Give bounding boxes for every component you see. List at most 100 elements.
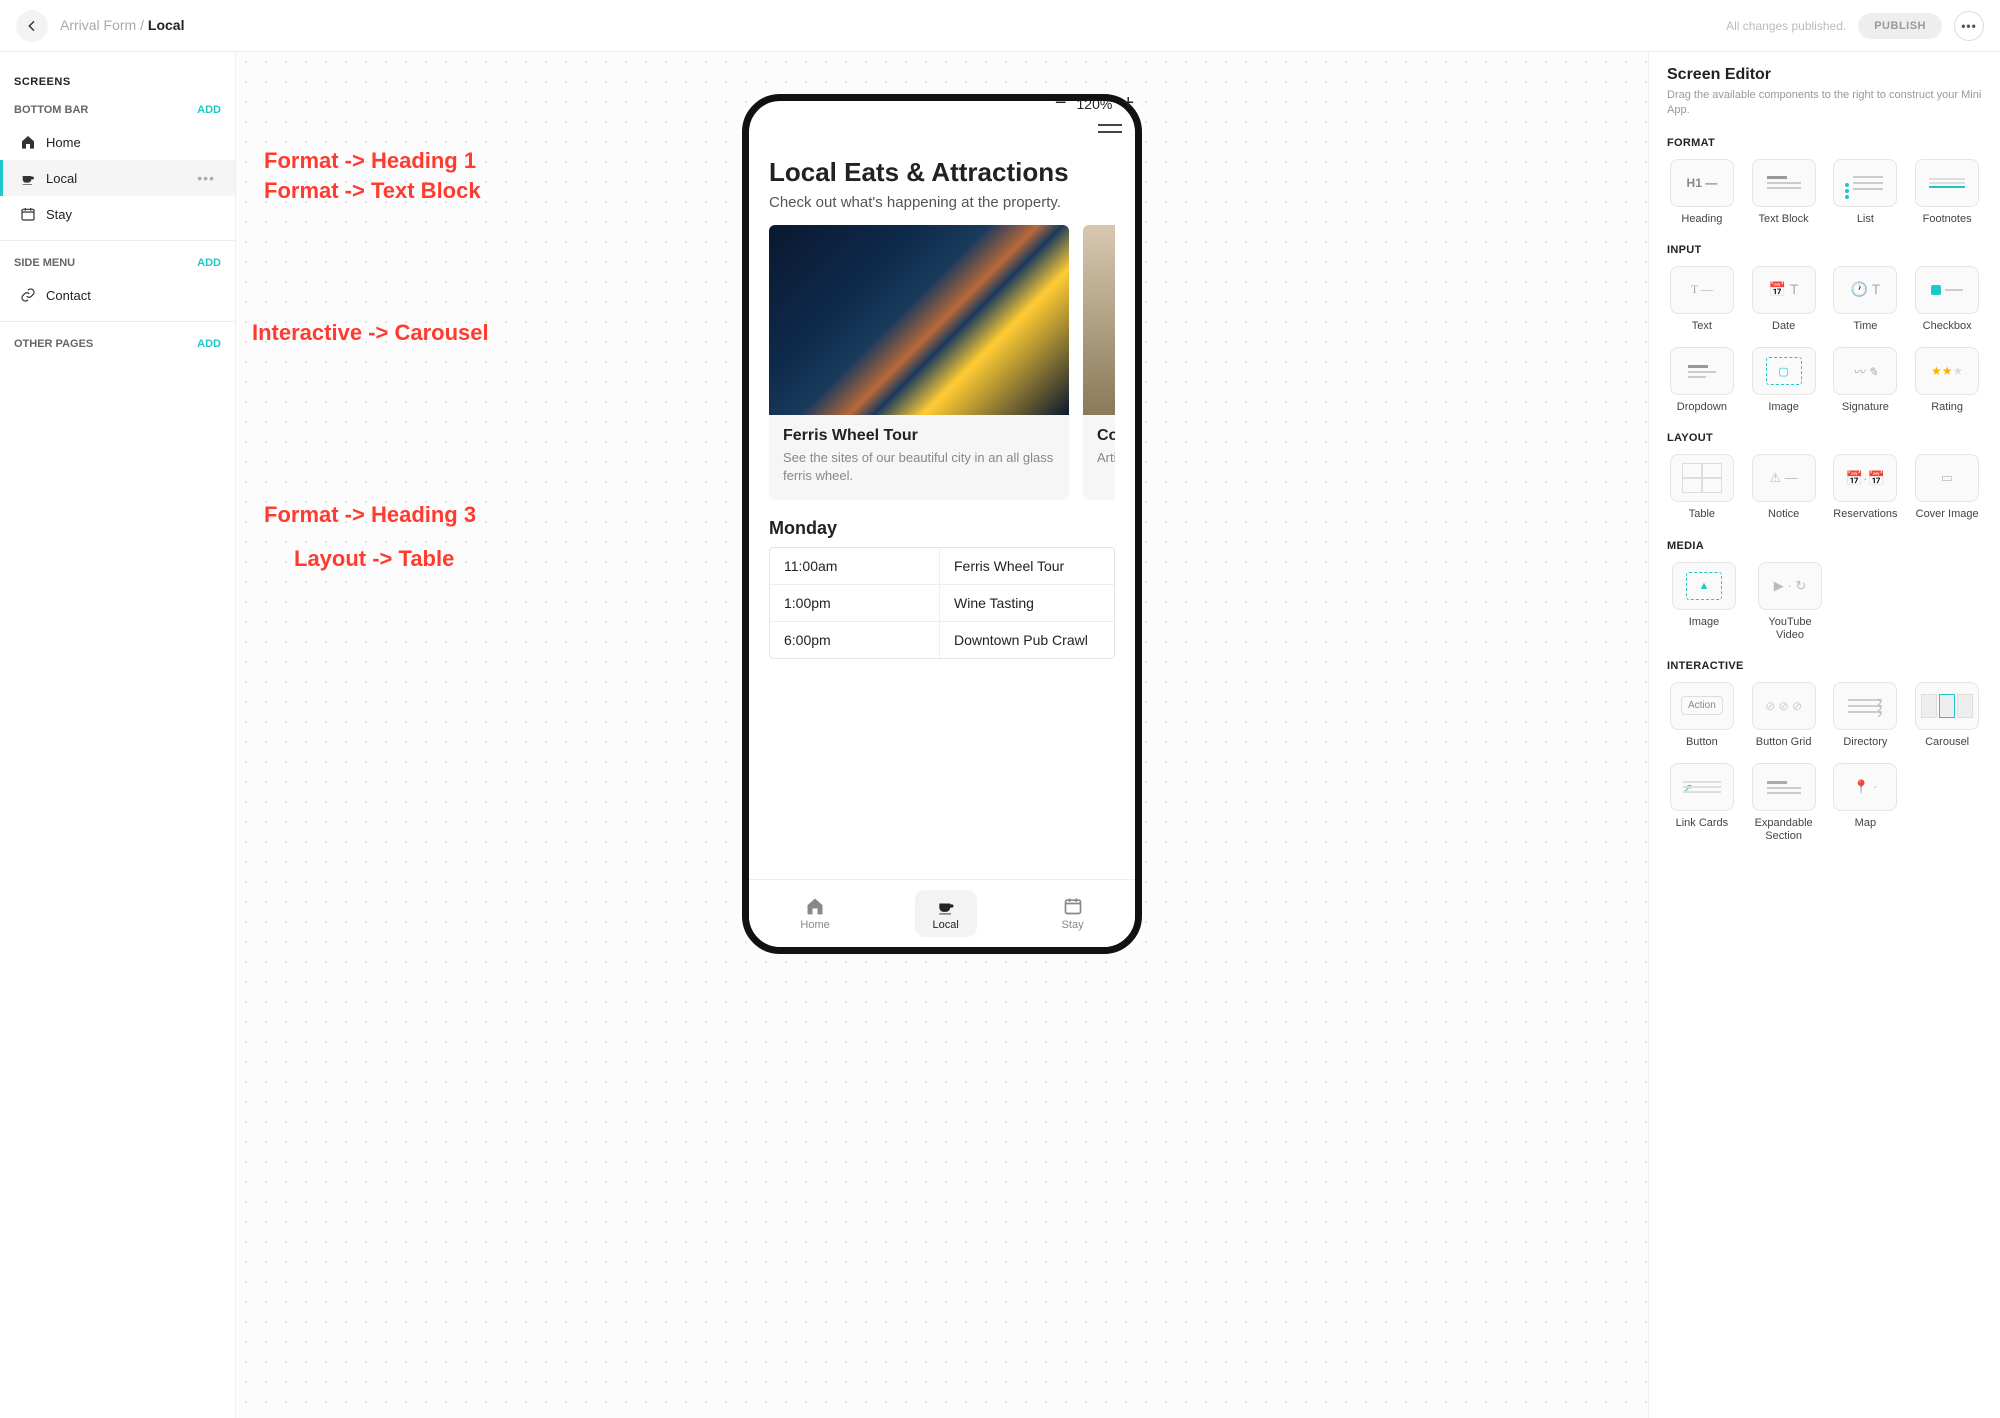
media-grid: ▲Image ▶ · ↻YouTube Video (1667, 562, 1982, 642)
zoom-out-button[interactable]: − (1055, 92, 1067, 115)
sidebar-item-stay[interactable]: Stay (0, 196, 235, 232)
zoom-in-button[interactable]: + (1122, 92, 1134, 115)
topbar-right: All changes published. PUBLISH ••• (1726, 11, 1984, 41)
image-placeholder-icon: ▲ (1686, 572, 1722, 600)
comp-list[interactable]: List (1831, 159, 1901, 226)
schedule-event: Ferris Wheel Tour (940, 548, 1114, 584)
sidebar-item-local[interactable]: Local ••• (0, 160, 235, 196)
section-media: MEDIA (1667, 540, 1982, 552)
breadcrumb: Arrival Form / Local (60, 17, 184, 35)
comp-heading[interactable]: H1 —Heading (1667, 159, 1737, 226)
item-more-icon[interactable]: ••• (197, 170, 215, 186)
bottom-bar-stay[interactable]: Stay (1044, 890, 1102, 937)
carousel[interactable]: Ferris Wheel Tour See the sites of our b… (769, 225, 1115, 500)
hamburger-icon[interactable] (1098, 124, 1122, 133)
schedule-heading[interactable]: Monday (769, 518, 1115, 539)
comp-text[interactable]: T —Text (1667, 266, 1737, 333)
input-grid: T —Text 📅 TDate 🕐 TTime Checkbox Dropdow… (1667, 266, 1982, 414)
comp-carousel[interactable]: Carousel (1912, 682, 1982, 749)
add-side-menu[interactable]: ADD (197, 257, 221, 269)
bottom-bar-local[interactable]: Local (915, 890, 977, 937)
calendar-icon (20, 206, 36, 222)
right-panel: Screen Editor Drag the available compone… (1648, 52, 2000, 1418)
schedule-time: 11:00am (770, 548, 940, 584)
more-button[interactable]: ••• (1954, 11, 1984, 41)
phone-bottom-bar: Home Local Stay (749, 879, 1135, 947)
time-glyph-icon: 🕐 T (1851, 281, 1881, 298)
page-title[interactable]: Local Eats & Attractions (769, 157, 1115, 188)
table-row: 6:00pm Downtown Pub Crawl (770, 622, 1114, 658)
schedule-table[interactable]: 11:00am Ferris Wheel Tour 1:00pm Wine Ta… (769, 547, 1115, 659)
breadcrumb-parent[interactable]: Arrival Form (60, 17, 136, 33)
sidebar-item-home[interactable]: Home (0, 124, 235, 160)
sidebar-item-contact[interactable]: Contact (0, 277, 235, 313)
dropdown-glyph-icon (1688, 365, 1716, 378)
phone-content: Local Eats & Attractions Check out what'… (749, 101, 1135, 659)
arrow-left-icon (24, 18, 40, 34)
comp-footnotes[interactable]: Footnotes (1912, 159, 1982, 226)
stars-icon: ★★★ (1931, 364, 1963, 378)
sidebar-item-label: Stay (46, 207, 72, 222)
bottom-bar-section: BOTTOM BAR ADD (0, 96, 235, 124)
home-icon (20, 134, 36, 150)
topbar-left: Arrival Form / Local (16, 10, 184, 42)
comp-reservations[interactable]: 📅·📅Reservations (1831, 454, 1901, 521)
carousel-card[interactable]: Ferris Wheel Tour See the sites of our b… (769, 225, 1069, 500)
comp-table[interactable]: Table (1667, 454, 1737, 521)
add-other-page[interactable]: ADD (197, 338, 221, 350)
canvas[interactable]: Format -> Heading 1 Format -> Text Block… (236, 52, 1648, 1418)
comp-button-grid[interactable]: ⊘ ⊘ ⊘Button Grid (1749, 682, 1819, 749)
reservations-glyph-icon: 📅·📅 (1846, 470, 1886, 487)
side-menu-section: SIDE MENU ADD (0, 249, 235, 277)
comp-image-input[interactable]: ▢Image (1749, 347, 1819, 414)
comp-directory[interactable]: Directory (1831, 682, 1901, 749)
other-pages-label: OTHER PAGES (14, 338, 93, 350)
video-glyph-icon: ▶ · ↻ (1774, 578, 1806, 594)
comp-cover-image[interactable]: ▭Cover Image (1912, 454, 1982, 521)
schedule-time: 6:00pm (770, 622, 940, 658)
breadcrumb-current: Local (148, 17, 185, 33)
annotation-carousel: Interactive -> Carousel (252, 320, 489, 346)
page-subtitle[interactable]: Check out what's happening at the proper… (769, 194, 1115, 211)
sidebar-item-label: Local (46, 171, 77, 186)
button-glyph-icon: Action (1681, 696, 1723, 715)
comp-dropdown[interactable]: Dropdown (1667, 347, 1737, 414)
bottom-bar-home[interactable]: Home (782, 890, 847, 937)
comp-notice[interactable]: ⚠ —Notice (1749, 454, 1819, 521)
card-desc: Arti cof (1097, 449, 1115, 467)
calendar-icon (1063, 896, 1083, 916)
schedule-time: 1:00pm (770, 585, 940, 621)
comp-date[interactable]: 📅 TDate (1749, 266, 1819, 333)
comp-time[interactable]: 🕐 TTime (1831, 266, 1901, 333)
back-button[interactable] (16, 10, 48, 42)
comp-checkbox[interactable]: Checkbox (1912, 266, 1982, 333)
home-icon (805, 896, 825, 916)
expandable-glyph-icon (1767, 781, 1801, 794)
link-icon (20, 287, 36, 303)
date-glyph-icon: 📅 T (1769, 281, 1799, 298)
panel-title: Screen Editor (1667, 66, 1982, 84)
checkbox-glyph-icon (1931, 285, 1963, 295)
comp-expandable[interactable]: Expandable Section (1749, 763, 1819, 843)
divider (0, 240, 235, 241)
bottom-bar-label: Home (800, 919, 829, 931)
warning-icon: ⚠ — (1769, 470, 1797, 486)
comp-youtube[interactable]: ▶ · ↻YouTube Video (1753, 562, 1827, 642)
annotation-table: Layout -> Table (294, 546, 454, 572)
section-input: INPUT (1667, 244, 1982, 256)
comp-button[interactable]: ActionButton (1667, 682, 1737, 749)
comp-signature[interactable]: 〰 ✎Signature (1831, 347, 1901, 414)
zoom-value: 120% (1077, 96, 1113, 112)
layout: SCREENS BOTTOM BAR ADD Home Local ••• St… (0, 52, 2000, 1418)
comp-text-block[interactable]: Text Block (1749, 159, 1819, 226)
comp-map[interactable]: 📍 ·Map (1831, 763, 1901, 843)
card-desc: See the sites of our beautiful city in a… (783, 449, 1055, 484)
add-bottom-bar[interactable]: ADD (197, 104, 221, 116)
button-grid-glyph-icon: ⊘ ⊘ ⊘ (1765, 699, 1802, 713)
comp-image-media[interactable]: ▲Image (1667, 562, 1741, 642)
publish-button[interactable]: PUBLISH (1858, 13, 1942, 39)
carousel-card[interactable]: Co Arti cof (1083, 225, 1115, 500)
comp-link-cards[interactable]: ↗Link Cards (1667, 763, 1737, 843)
comp-rating[interactable]: ★★★Rating (1912, 347, 1982, 414)
section-format: FORMAT (1667, 137, 1982, 149)
